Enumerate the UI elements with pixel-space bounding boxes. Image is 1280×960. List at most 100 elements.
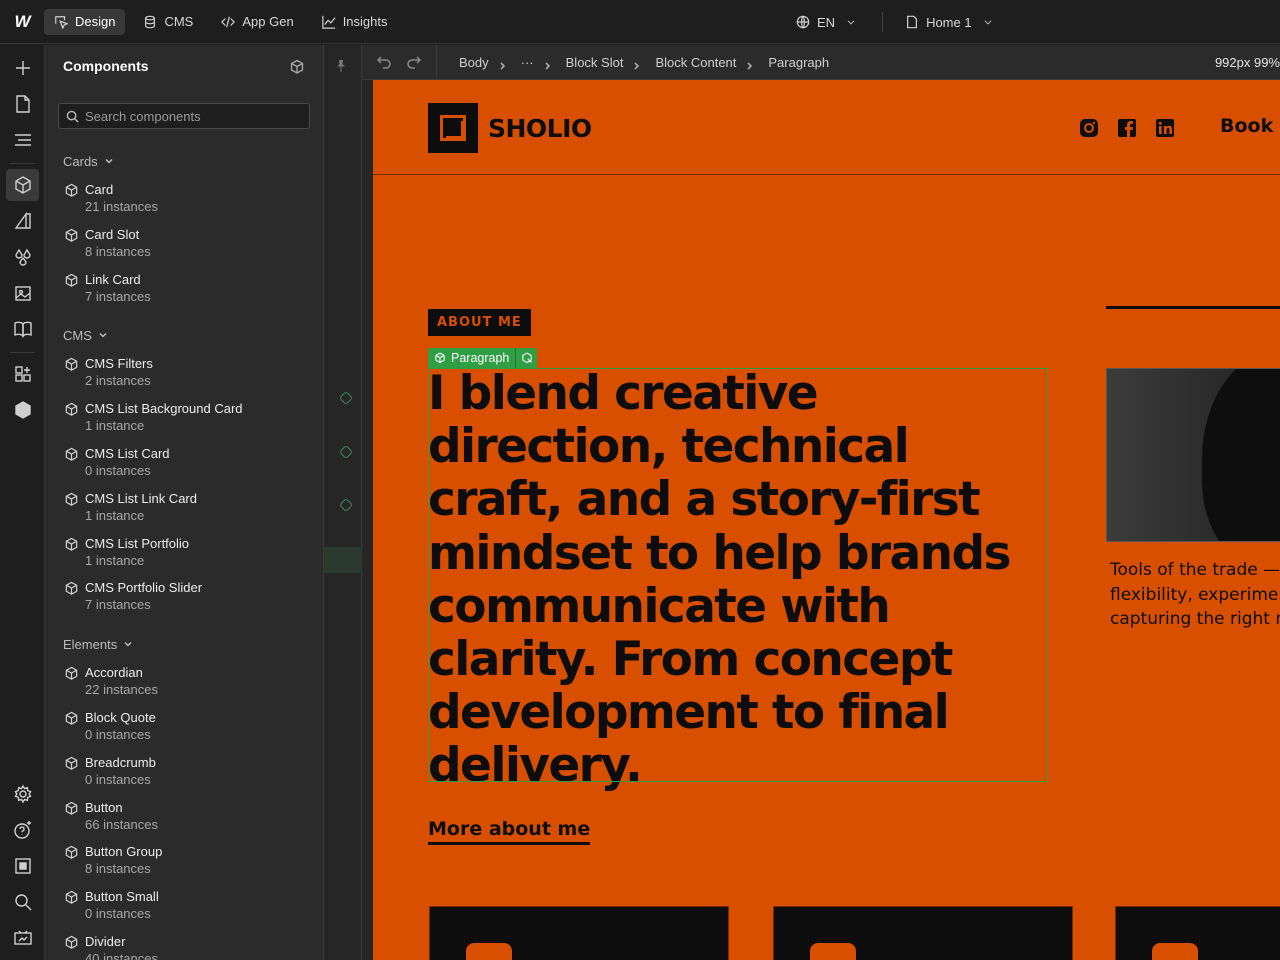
list-item[interactable]: CMS List Link Card 1 instance	[45, 486, 323, 531]
settings-icon[interactable]	[6, 778, 39, 810]
add-icon[interactable]	[6, 52, 39, 84]
portrait-image	[1106, 368, 1280, 542]
create-component-icon[interactable]	[289, 59, 305, 75]
assets-icon[interactable]	[6, 277, 39, 309]
list-item[interactable]: CMS List Card 0 instances	[45, 441, 323, 486]
list-item[interactable]: Block Quote 0 instances	[45, 705, 323, 750]
section-elements[interactable]: Elements	[45, 628, 323, 660]
component-icon	[64, 581, 79, 596]
components-icon[interactable]	[6, 169, 39, 201]
component-name: CMS Filters	[85, 356, 153, 372]
component-icon	[64, 935, 79, 950]
tools-line: Tools of the trade —	[1110, 560, 1280, 580]
selection-label: Paragraph	[451, 351, 510, 365]
pages-icon[interactable]	[6, 88, 39, 120]
viewport-size[interactable]: 992px 99%	[1215, 45, 1280, 80]
search-icon[interactable]	[6, 886, 39, 918]
variables-icon[interactable]	[6, 241, 39, 273]
search-input[interactable]	[85, 108, 305, 124]
breadcrumb-item[interactable]: Block Content	[651, 55, 740, 70]
selection-outline	[428, 368, 1048, 782]
undo-icon[interactable]	[376, 54, 392, 70]
instance-count: 22 instances	[85, 682, 158, 698]
video-tutorials-icon[interactable]	[6, 922, 39, 954]
code-icon	[221, 16, 236, 27]
tab-design[interactable]: Design	[44, 8, 126, 35]
locale-select[interactable]: EN	[796, 15, 856, 30]
selection-tag[interactable]: Paragraph	[428, 348, 538, 368]
instance-count: 40 instances	[85, 950, 158, 960]
breadcrumb-item[interactable]: Block Slot	[562, 55, 628, 70]
tab-cms[interactable]: CMS	[133, 9, 203, 35]
breadcrumb-item[interactable]: Body	[455, 55, 493, 70]
tab-app-gen[interactable]: App Gen	[211, 9, 303, 35]
page-select[interactable]: Home 1	[905, 15, 993, 30]
card-icon	[1152, 943, 1198, 960]
about-me-badge: ABOUT ME	[428, 309, 531, 336]
component-name: Card	[85, 182, 114, 197]
instance-count: 7 instances	[85, 288, 151, 304]
list-item[interactable]: CMS List Background Card 1 instance	[45, 396, 323, 441]
section-cms[interactable]: CMS	[45, 319, 323, 351]
breadcrumb-item-current[interactable]: Paragraph	[764, 55, 833, 70]
tab-label: Insights	[342, 14, 388, 29]
instagram-icon[interactable]	[1079, 118, 1099, 138]
list-item[interactable]: Button Small 0 instances	[45, 884, 323, 929]
component-icon	[64, 492, 79, 507]
style-selectors-icon[interactable]	[6, 205, 39, 237]
book-call-button[interactable]: Book a	[1220, 115, 1280, 137]
chevron-down-icon	[105, 158, 113, 164]
section-cards[interactable]: Cards	[45, 145, 323, 177]
sholio-logo-icon	[428, 103, 478, 153]
edit-component-icon[interactable]	[515, 348, 537, 368]
pin-icon[interactable]	[334, 59, 348, 73]
component-marker-icon	[338, 390, 354, 406]
component-icon	[64, 845, 79, 860]
cursor-square-icon	[55, 15, 68, 29]
navigator-icon[interactable]	[6, 124, 39, 156]
facebook-icon[interactable]	[1117, 118, 1137, 138]
tab-insights[interactable]: Insights	[312, 9, 398, 35]
divider	[882, 12, 884, 32]
list-item[interactable]: Breadcrumb 0 instances	[45, 750, 323, 795]
breadcrumb-more[interactable]: ···	[517, 55, 538, 70]
list-item[interactable]: Link Card 7 instances	[45, 267, 323, 312]
tools-text: Tools of the trade — flexibility, experi…	[1110, 558, 1280, 632]
more-about-me-link[interactable]: More about me	[428, 818, 591, 845]
instance-count: 0 instances	[85, 462, 151, 478]
component-name: CMS List Background Card	[85, 401, 243, 417]
list-item[interactable]: Accordian 22 instances	[45, 660, 323, 705]
chevron-right-icon	[746, 58, 754, 70]
component-name: CMS List Link Card	[85, 490, 197, 506]
site-brand[interactable]: SHOLIO	[428, 103, 592, 153]
canvas-settings-icon[interactable]	[6, 850, 39, 882]
chevron-down-icon	[984, 20, 992, 25]
list-item[interactable]: Card Slot 8 instances	[45, 222, 323, 267]
component-name: Accordian	[85, 665, 143, 681]
redo-icon[interactable]	[406, 54, 422, 70]
list-item[interactable]: Divider 40 instances	[45, 929, 323, 960]
webflow-logo-icon[interactable]: W	[0, 0, 44, 44]
book-icon[interactable]	[6, 313, 39, 345]
list-item[interactable]: CMS List Portfolio 1 instance	[45, 531, 323, 576]
list-item[interactable]: CMS Filters 2 instances	[45, 351, 323, 396]
chevron-down-icon	[847, 20, 855, 25]
apps-icon[interactable]	[6, 358, 39, 390]
help-icon[interactable]	[6, 814, 39, 846]
list-item[interactable]: Card 21 instances	[45, 177, 323, 222]
linkedin-icon[interactable]	[1155, 118, 1175, 138]
list-item[interactable]: CMS Portfolio Slider 7 instances	[45, 575, 323, 620]
divider	[1106, 306, 1280, 309]
chart-line-icon	[321, 15, 336, 29]
divider	[436, 44, 437, 80]
component-icon	[64, 402, 79, 417]
card-icon	[810, 943, 856, 960]
tools-line: capturing the right m	[1110, 609, 1280, 629]
section-label: Cards	[63, 153, 98, 169]
cube-icon[interactable]	[6, 394, 39, 426]
search-field[interactable]	[58, 103, 310, 129]
list-item[interactable]: Button 66 instances	[45, 795, 323, 840]
component-icon	[64, 228, 79, 243]
list-item[interactable]: Button Group 8 instances	[45, 839, 323, 884]
top-right-controls: EN Home 1	[796, 0, 993, 44]
